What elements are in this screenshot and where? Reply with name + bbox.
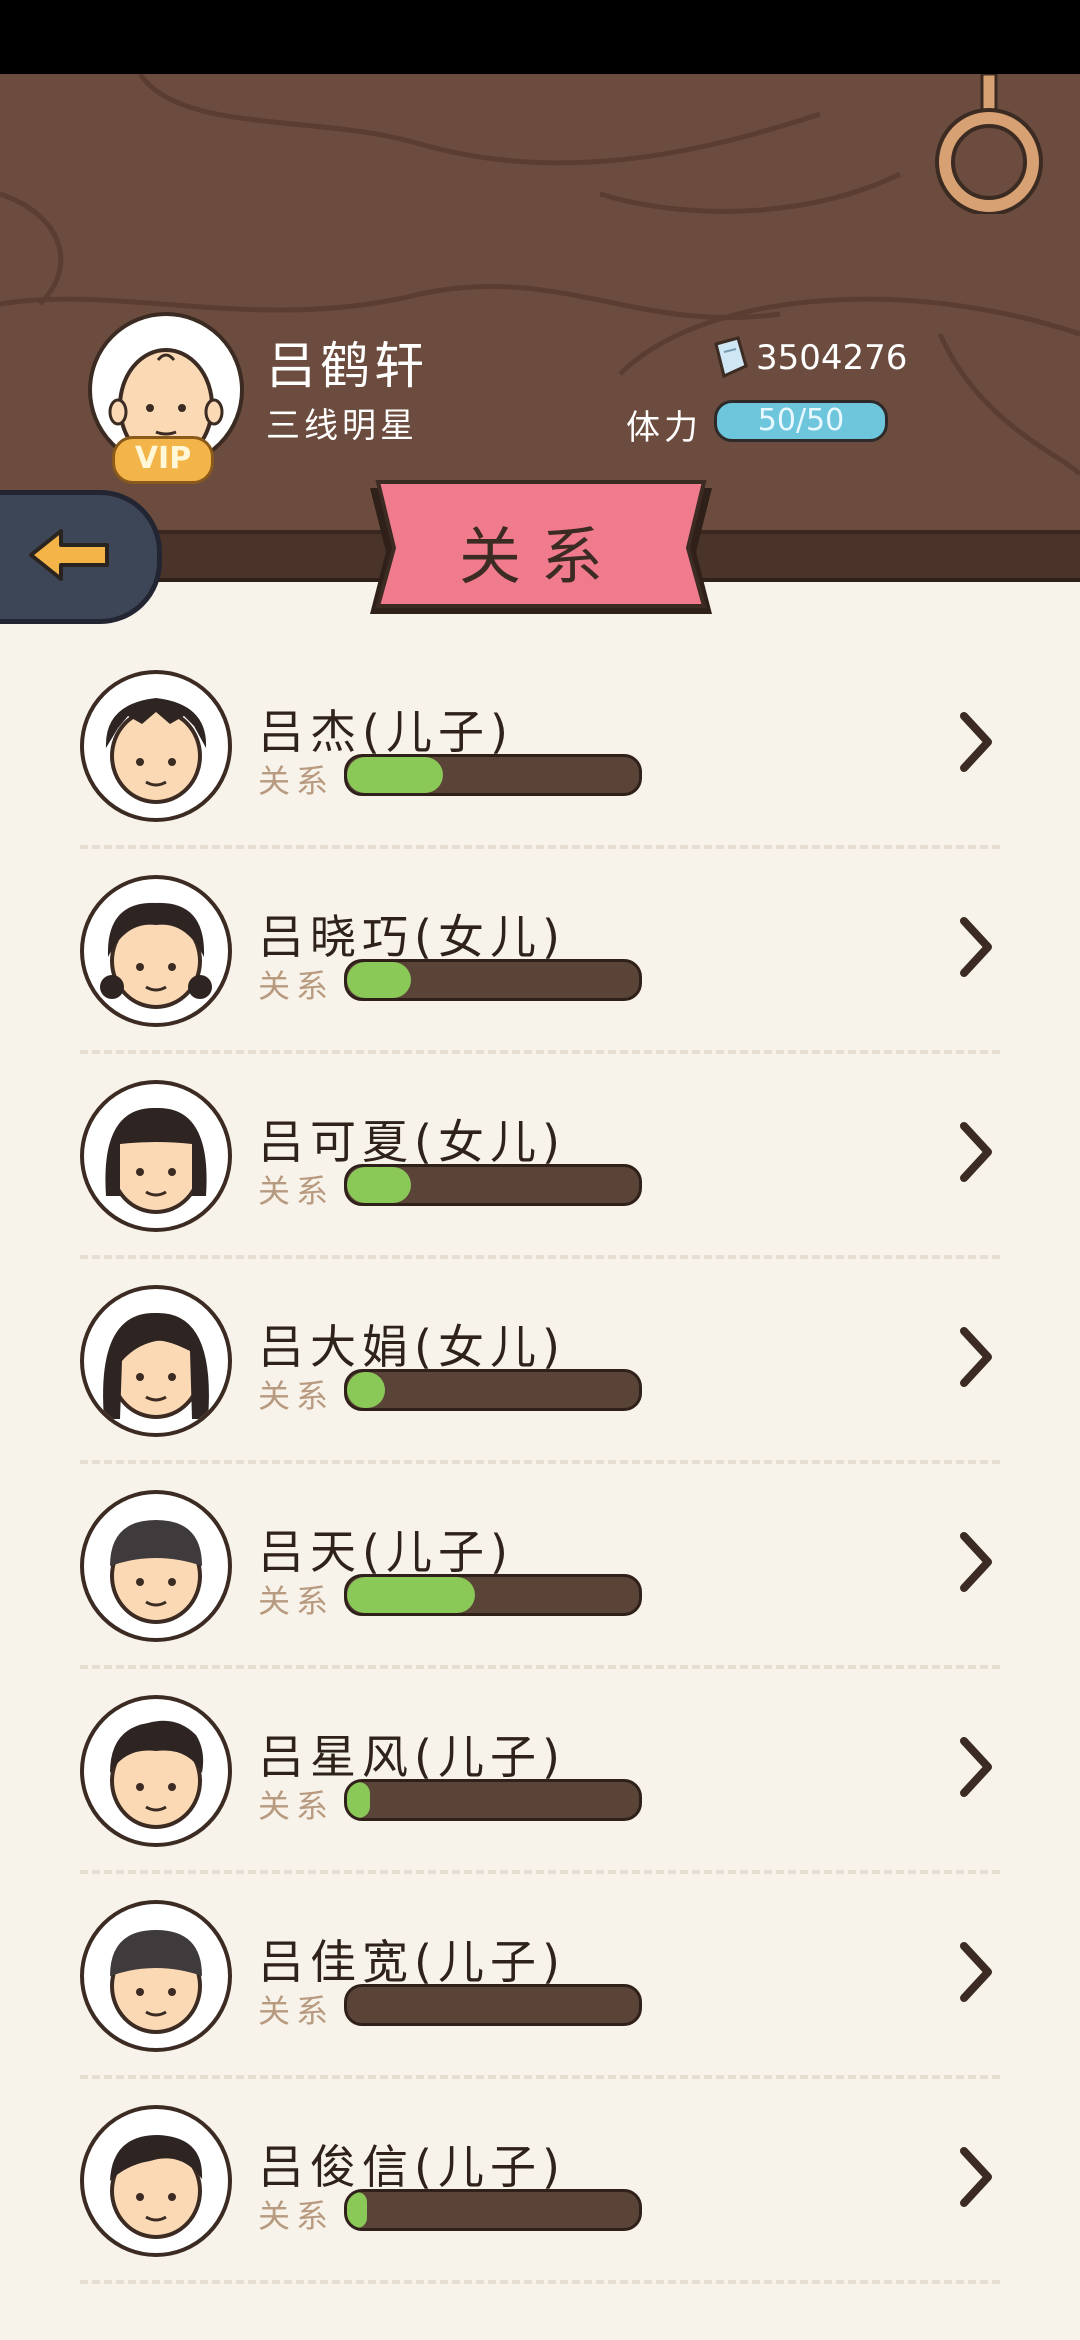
row-separator [80,1050,1000,1054]
chevron-right-icon[interactable] [956,710,996,774]
relation-label: 关系 [258,1992,335,2030]
currency-display[interactable]: 3504276 [710,336,907,380]
relation-name: 吕大娟(女儿) [258,1320,566,1374]
child-face-icon [100,902,212,1009]
relation-avatar[interactable] [80,875,232,1027]
relation-row[interactable]: 吕佳宽(儿子) 关系 [0,1890,1080,2095]
row-separator [80,1870,1000,1874]
relation-row[interactable]: 吕天(儿子) 关系 [0,1480,1080,1685]
child-face-icon [110,1720,204,1829]
stamina-bar: 50/50 [714,400,888,442]
chevron-right-icon[interactable] [956,915,996,979]
chevron-right-icon[interactable] [956,1120,996,1184]
relation-label: 关系 [258,967,335,1005]
relation-bar-fill [347,1167,412,1203]
relation-avatar[interactable] [80,1695,232,1847]
back-arrow-icon [29,529,109,581]
currency-value: 3504276 [756,338,908,378]
chevron-right-icon[interactable] [956,1735,996,1799]
child-face-icon [105,1107,207,1214]
relation-name: 吕佳宽(儿子) [258,1935,566,1989]
relation-bar-fill [347,1577,476,1613]
chevron-right-icon[interactable] [956,1940,996,2004]
row-separator [80,1255,1000,1259]
chevron-right-icon[interactable] [956,2145,996,2209]
relation-avatar[interactable] [80,1080,232,1232]
player-title: 三线明星 [266,406,418,446]
player-name: 吕鹤轩 [266,337,428,395]
back-button[interactable] [0,490,162,624]
relation-bar-fill [347,757,444,793]
relation-label: 关系 [258,2197,335,2235]
relation-label: 关系 [258,1377,335,1415]
row-separator [80,1665,1000,1669]
relation-avatar[interactable] [80,1285,232,1437]
relation-label: 关系 [258,1787,335,1825]
row-separator [80,845,1000,849]
relation-bar [344,1574,642,1616]
child-face-icon [110,1520,202,1624]
child-face-icon [105,698,207,804]
relation-row[interactable]: 吕可夏(女儿) 关系 [0,1070,1080,1275]
vip-badge[interactable]: VIP [112,436,214,484]
row-separator [80,2280,1000,2284]
relation-bar [344,1164,642,1206]
relation-bar-fill [347,2192,368,2228]
relation-bar-fill [347,962,412,998]
relation-avatar[interactable] [80,2105,232,2257]
relation-bar [344,959,642,1001]
relation-avatar[interactable] [80,670,232,822]
chevron-right-icon[interactable] [956,1530,996,1594]
relation-label: 关系 [258,1582,335,1620]
relation-name: 吕天(儿子) [258,1525,514,1579]
relation-name: 吕杰(儿子) [258,705,514,759]
relation-row[interactable]: 吕俊信(儿子) 关系 [0,2095,1080,2300]
page-title: 关系 [458,520,623,593]
child-face-icon [103,1312,209,1419]
relation-bar-fill [347,1372,385,1408]
row-separator [80,1460,1000,1464]
relation-row[interactable]: 吕晓巧(女儿) 关系 [0,865,1080,1070]
row-separator [80,2075,1000,2079]
relation-list: 吕杰(儿子) 关系 吕晓巧(女儿) 关系 吕可夏(女儿) 关系 吕大娟(女儿) 关系 吕天(儿子… [0,660,1080,2300]
relation-name: 吕星风(儿子) [258,1730,566,1784]
ring-icon[interactable] [935,74,1045,214]
relation-label: 关系 [258,1172,335,1210]
relation-label: 关系 [258,762,335,800]
relation-name: 吕可夏(女儿) [258,1115,566,1169]
relation-row[interactable]: 吕杰(儿子) 关系 [0,660,1080,865]
relation-avatar[interactable] [80,1490,232,1642]
relation-row[interactable]: 吕星风(儿子) 关系 [0,1685,1080,1890]
relation-row[interactable]: 吕大娟(女儿) 关系 [0,1275,1080,1480]
relation-bar-fill [347,1782,371,1818]
stamina-label: 体力 [626,408,702,448]
relation-name: 吕俊信(儿子) [258,2140,566,2194]
relation-avatar[interactable] [80,1900,232,2052]
relation-bar [344,1369,642,1411]
chevron-right-icon[interactable] [956,1325,996,1389]
relation-bar [344,1984,642,2026]
child-face-icon [110,2135,203,2239]
relation-bar [344,2189,642,2231]
child-face-icon [110,1930,202,2034]
ticket-icon [714,336,748,379]
relation-bar [344,754,642,796]
relation-bar [344,1779,642,1821]
status-bar [0,0,1080,74]
relation-name: 吕晓巧(女儿) [258,910,566,964]
